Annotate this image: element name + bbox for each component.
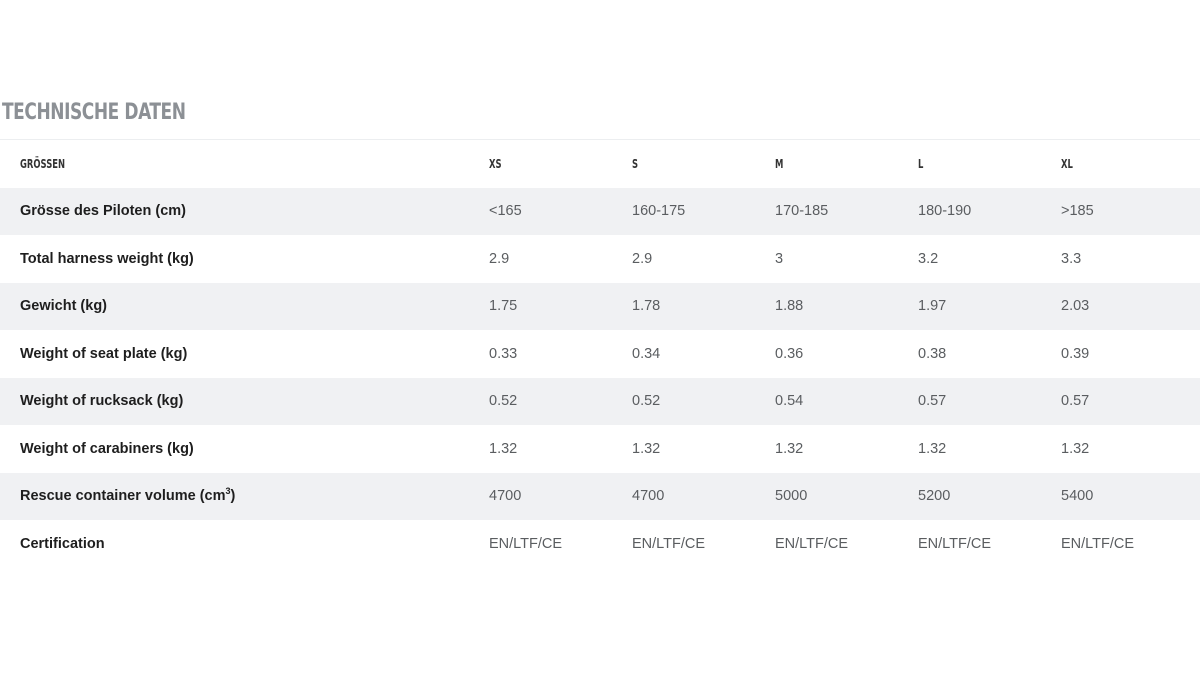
header-size-s: S	[632, 156, 639, 171]
table-row: Certification EN/LTF/CE EN/LTF/CE EN/LTF…	[0, 520, 1200, 568]
table-cell: 5400	[1061, 488, 1094, 505]
header-sizes-label: GRÖSSEN	[20, 156, 66, 171]
table-cell: 4700	[632, 488, 665, 505]
table-cell: 170-185	[775, 203, 829, 220]
row-label-text: Rescue container volume (cm	[20, 488, 226, 505]
table-cell: 2.9	[632, 250, 653, 267]
table-row: Rescue container volume (cm3) 4700 4700 …	[0, 472, 1200, 521]
header-size-l: L	[918, 156, 924, 171]
section-title: TECHNISCHE DATEN	[2, 100, 186, 125]
header-size-xl: XL	[1061, 156, 1073, 171]
table-cell: <165	[489, 203, 522, 220]
row-label: Rescue container volume (cm3)	[0, 473, 469, 521]
header-size-m: M	[775, 156, 784, 171]
table-cell: 3.3	[1061, 250, 1082, 267]
table-cell: 1.32	[489, 440, 518, 457]
table-cell: 5000	[775, 488, 808, 505]
table-cell: 2.9	[489, 250, 510, 267]
table-header-row: GRÖSSEN XS S M L XL	[0, 140, 1200, 188]
row-label: Weight of rucksack (kg)	[20, 393, 184, 410]
table-cell: 0.38	[918, 345, 947, 362]
table-cell: 2.03	[1061, 298, 1090, 315]
row-label: Weight of carabiners (kg)	[20, 440, 194, 457]
table-cell: 0.54	[775, 393, 804, 410]
table-cell: 1.32	[1061, 440, 1090, 457]
table-cell: 3.2	[918, 250, 939, 267]
table-cell: 160-175	[632, 203, 686, 220]
table-row: Weight of carabiners (kg) 1.32 1.32 1.32…	[0, 425, 1200, 473]
table-cell: 1.88	[775, 298, 804, 315]
table-cell: 1.75	[489, 298, 518, 315]
table-cell: 0.34	[632, 345, 661, 362]
table-row: Gewicht (kg) 1.75 1.78 1.88 1.97 2.03	[0, 282, 1200, 330]
table-cell: 0.39	[1061, 345, 1090, 362]
table-cell: EN/LTF/CE	[632, 535, 706, 552]
specs-table: GRÖSSEN XS S M L XL Grösse des Piloten (…	[0, 140, 1200, 568]
table-cell: 1.78	[632, 298, 661, 315]
row-label: Grösse des Piloten (cm)	[20, 203, 186, 220]
table-cell: EN/LTF/CE	[775, 535, 849, 552]
table-cell: 180-190	[918, 203, 972, 220]
table-cell: 5200	[918, 488, 951, 505]
table-row: Grösse des Piloten (cm) <165 160-175 170…	[0, 187, 1200, 235]
table-cell: 4700	[489, 488, 522, 505]
table-cell: 0.57	[1061, 393, 1090, 410]
table-cell: 1.97	[918, 298, 947, 315]
row-label: Gewicht (kg)	[20, 298, 108, 315]
table-cell: 3	[775, 250, 784, 267]
table-cell: EN/LTF/CE	[1061, 535, 1135, 552]
row-label: Total harness weight (kg)	[20, 250, 194, 267]
table-cell: 0.33	[489, 345, 518, 362]
technical-data-page: TECHNISCHE DATEN GRÖSSEN XS S M L XL Grö…	[0, 0, 1200, 675]
table-cell: 0.52	[489, 393, 518, 410]
table-row: Weight of seat plate (kg) 0.33 0.34 0.36…	[0, 330, 1200, 378]
table-cell: 0.52	[632, 393, 661, 410]
row-label-close-paren: )	[230, 488, 236, 505]
table-cell: EN/LTF/CE	[918, 535, 992, 552]
table-cell: 0.57	[918, 393, 947, 410]
table-cell: 0.36	[775, 345, 804, 362]
table-cell: 1.32	[775, 440, 804, 457]
table-cell: 1.32	[918, 440, 947, 457]
table-row: Weight of rucksack (kg) 0.52 0.52 0.54 0…	[0, 377, 1200, 425]
header-size-xs: XS	[489, 156, 502, 171]
table-row: Total harness weight (kg) 2.9 2.9 3 3.2 …	[0, 235, 1200, 283]
row-label: Certification	[20, 535, 105, 552]
table-cell: >185	[1061, 203, 1094, 220]
table-cell: 1.32	[632, 440, 661, 457]
table-cell: EN/LTF/CE	[489, 535, 563, 552]
row-label: Weight of seat plate (kg)	[20, 345, 188, 362]
